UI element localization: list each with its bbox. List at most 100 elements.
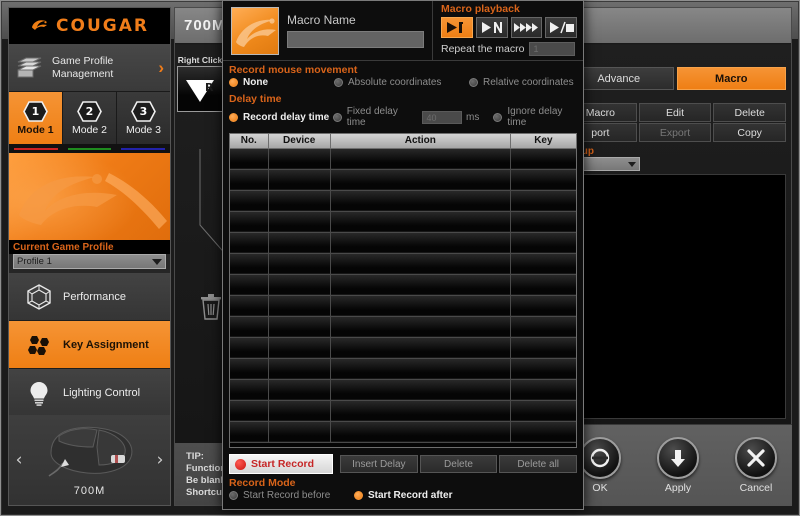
radio-mouse-absolute[interactable]: Absolute coordinates [334, 77, 469, 88]
table-row[interactable] [230, 274, 576, 296]
right-click-key-button[interactable]: R [177, 66, 223, 112]
repeat-macro-input[interactable]: 1 [529, 42, 576, 56]
radio-ignore-delay-time-label: Ignore delay time [507, 106, 563, 128]
table-cell [230, 316, 269, 338]
table-row[interactable] [230, 295, 576, 317]
play-n-times-button[interactable] [475, 17, 508, 38]
radio-fixed-delay-time[interactable]: Fixed delay time [332, 106, 419, 128]
table-cell [268, 211, 331, 233]
sidebar-item-lighting-control[interactable]: Lighting Control [9, 369, 170, 417]
table-cell [510, 169, 576, 191]
table-row[interactable] [230, 316, 576, 338]
radio-record-delay-time[interactable]: Record delay time [229, 112, 333, 123]
radio-start-record-before[interactable]: Start Record before [229, 490, 354, 501]
macro-actions-table-body [230, 148, 576, 443]
table-cell [268, 274, 331, 296]
table-row[interactable] [230, 148, 576, 170]
play-n-times-icon [481, 22, 502, 33]
table-cell [510, 211, 576, 233]
column-header-action: Action [330, 134, 511, 149]
table-cell [230, 169, 269, 191]
game-profile-management-button[interactable]: Game Profile Management › [9, 44, 170, 92]
sidebar-item-performance[interactable]: Performance [9, 273, 170, 321]
table-cell [268, 400, 331, 422]
table-cell [330, 211, 511, 233]
column-header-device: Device [268, 134, 331, 149]
table-cell [330, 400, 511, 422]
table-row[interactable] [230, 379, 576, 401]
next-device-icon[interactable]: › [152, 450, 168, 470]
table-row[interactable] [230, 169, 576, 191]
table-cell [230, 379, 269, 401]
current-profile-dropdown[interactable]: Profile 1 [13, 254, 166, 269]
sidebar-item-performance-label: Performance [63, 290, 126, 303]
macro-buttons-row-2: port Export Copy [564, 123, 787, 142]
sidebar-item-key-assignment[interactable]: Key Assignment [9, 321, 170, 369]
start-record-button[interactable]: Start Record [229, 454, 333, 474]
radio-mouse-relative[interactable]: Relative coordinates [469, 77, 574, 88]
macro-name-input[interactable] [287, 30, 424, 48]
play-loop-button[interactable] [510, 17, 543, 38]
mode-color-bar-3 [116, 144, 170, 153]
table-cell [510, 400, 576, 422]
panel-tabs: Advance Macro [564, 67, 786, 90]
table-row[interactable] [230, 421, 576, 443]
table-cell [230, 211, 269, 233]
macro-buttons-row-1: Macro Edit Delete [564, 103, 787, 122]
tab-macro[interactable]: Macro [676, 67, 786, 90]
delete-action-button[interactable]: Delete [419, 455, 498, 473]
macro-name-section: Macro Name [223, 1, 433, 60]
macro-list[interactable] [564, 174, 786, 419]
table-cell [330, 421, 511, 443]
export-macro-button[interactable]: Export [638, 123, 712, 142]
table-row[interactable] [230, 211, 576, 233]
fixed-delay-input[interactable]: 40 [422, 110, 463, 124]
macro-actions-table: No. Device Action Key [230, 134, 576, 443]
macro-actions-table-wrapper[interactable]: No. Device Action Key [229, 133, 577, 448]
table-cell [230, 253, 269, 275]
table-cell [268, 190, 331, 212]
table-cell [230, 232, 269, 254]
table-row[interactable] [230, 232, 576, 254]
mode-button-1[interactable]: 1 Mode 1 [9, 92, 63, 144]
radio-start-record-after[interactable]: Start Record after [354, 490, 452, 501]
record-dot-icon [235, 458, 246, 470]
delete-all-button[interactable]: Delete all [499, 455, 578, 473]
mode-button-2[interactable]: 2 Mode 2 [63, 92, 117, 144]
table-row[interactable] [230, 337, 576, 359]
device-title-label: 700M [184, 17, 226, 34]
insert-delay-button[interactable]: Insert Delay [340, 455, 418, 473]
table-cell [330, 148, 511, 170]
table-row[interactable] [230, 400, 576, 422]
table-row[interactable] [230, 190, 576, 212]
cancel-button[interactable]: Cancel [728, 437, 784, 494]
delete-macro-button[interactable]: Delete [713, 103, 787, 122]
mode-label-2: Mode 2 [71, 123, 108, 136]
performance-icon [25, 283, 53, 311]
table-cell [268, 253, 331, 275]
radio-ignore-delay-time[interactable]: Ignore delay time [493, 106, 583, 128]
game-profile-management-label: Game Profile Management [52, 54, 114, 80]
table-cell [230, 400, 269, 422]
prev-device-icon[interactable]: ‹ [11, 450, 27, 470]
table-row[interactable] [230, 358, 576, 380]
sidebar: COUGAR Game Profile Management › 1 Mode … [8, 7, 171, 506]
apply-button[interactable]: Apply [650, 437, 706, 494]
radio-mouse-none[interactable]: None [229, 77, 334, 88]
delete-assignment-trash-icon[interactable] [199, 293, 223, 321]
radio-dot-icon [229, 112, 238, 122]
table-cell [510, 148, 576, 170]
mode-button-3[interactable]: 3 Mode 3 [117, 92, 170, 144]
right-panel: Advance Macro Macro Edit Delete port Exp… [564, 7, 792, 506]
copy-macro-button[interactable]: Copy [713, 123, 787, 142]
right-click-triangle-icon: R [186, 80, 214, 102]
table-cell [230, 148, 269, 170]
play-once-button[interactable] [441, 17, 473, 38]
playback-buttons [441, 17, 577, 38]
play-toggle-button[interactable] [545, 17, 577, 38]
table-row[interactable] [230, 253, 576, 275]
play-once-icon [446, 22, 463, 33]
right-click-caption: Right Click [177, 55, 223, 65]
table-cell [230, 358, 269, 380]
edit-macro-button[interactable]: Edit [638, 103, 712, 122]
